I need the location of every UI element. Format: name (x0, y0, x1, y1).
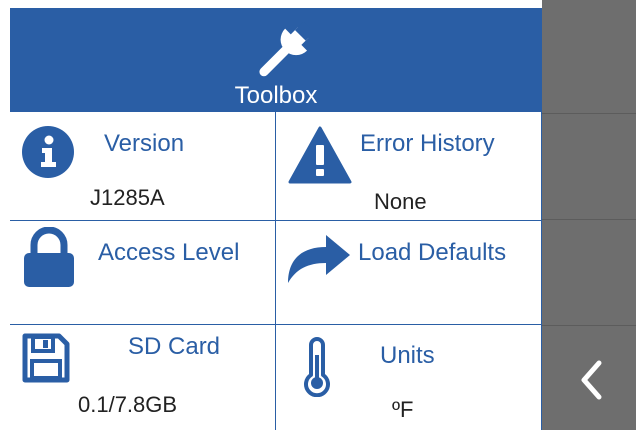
access-level-label: Access Level (98, 239, 240, 266)
version-label: Version (104, 130, 185, 157)
toolbox-panel: Toolbox Version J1285A Error History Non… (0, 0, 542, 430)
sidebar (542, 0, 636, 430)
load-defaults-tile[interactable]: Load Defaults (276, 221, 541, 324)
error-history-value: None (374, 189, 427, 214)
access-level-tile[interactable]: Access Level (10, 221, 275, 324)
warning-icon (288, 126, 352, 184)
lock-icon (24, 227, 74, 287)
info-icon (22, 126, 74, 178)
units-label: Units (380, 342, 435, 369)
sidebar-slot-3 (542, 220, 636, 325)
floppy-disk-icon (22, 333, 70, 383)
error-history-label: Error History (360, 130, 495, 157)
error-history-tile[interactable]: Error History None (276, 112, 541, 220)
back-button[interactable] (542, 326, 636, 430)
toolbox-header: Toolbox (10, 8, 542, 112)
load-defaults-label: Load Defaults (358, 239, 507, 266)
version-value: J1285A (90, 185, 165, 210)
version-tile[interactable]: Version J1285A (10, 112, 275, 220)
sidebar-slot-1 (542, 0, 636, 113)
page-title: Toolbox (234, 82, 318, 109)
redo-arrow-icon (288, 235, 350, 283)
chevron-left-icon (581, 360, 602, 400)
sd-card-tile[interactable]: SD Card 0.1/7.8GB (10, 325, 275, 430)
sd-card-label: SD Card (128, 333, 221, 360)
sidebar-slot-2 (542, 114, 636, 219)
sd-card-value: 0.1/7.8GB (78, 392, 178, 417)
thermometer-icon (304, 337, 330, 397)
units-tile[interactable]: Units ºF (276, 325, 541, 430)
toolbox-grid: Version J1285A Error History None Access… (10, 112, 542, 430)
wrench-icon (259, 22, 310, 77)
units-value: ºF (392, 397, 414, 422)
